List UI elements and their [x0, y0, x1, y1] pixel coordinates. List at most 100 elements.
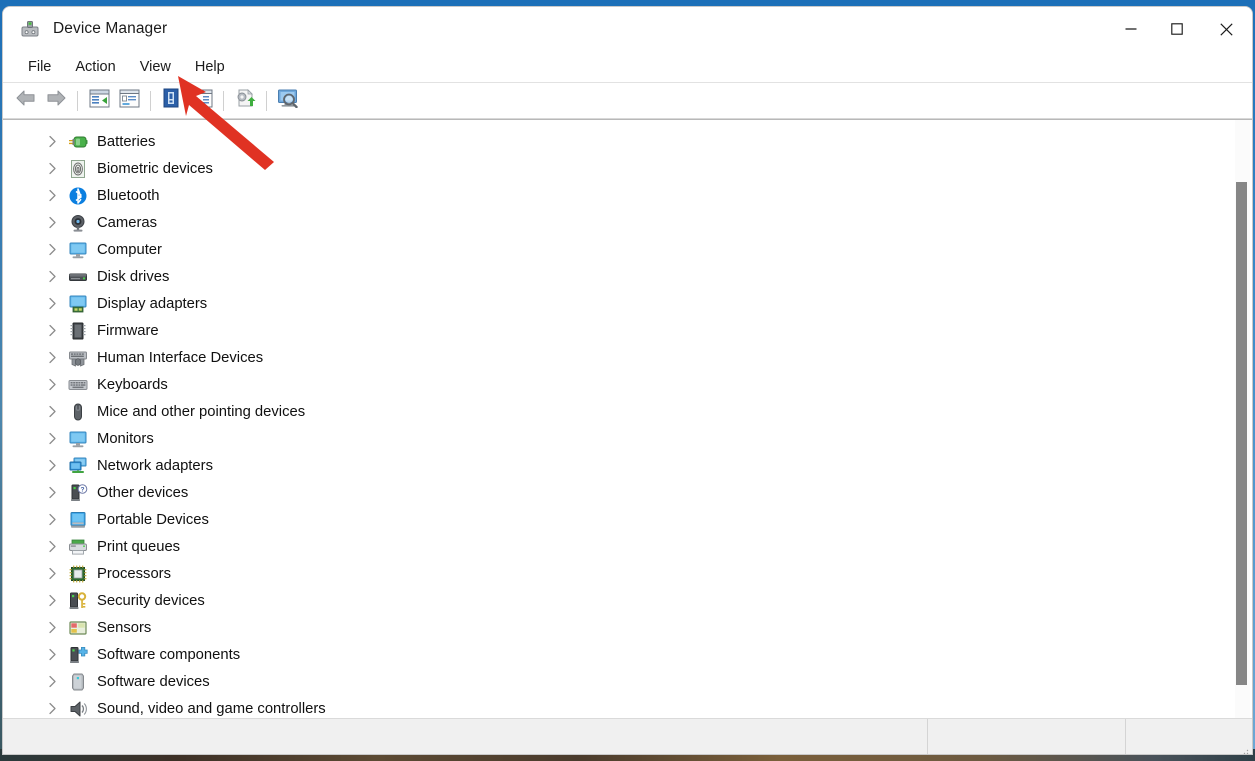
tree-item-label: Sound, video and game controllers: [97, 700, 326, 717]
tree-item-label: Processors: [97, 565, 172, 582]
tree-item-batteries[interactable]: Batteries: [3, 128, 1252, 155]
chevron-right-icon[interactable]: [43, 268, 61, 286]
speaker-icon: [68, 699, 88, 719]
uninstall-device-button[interactable]: [230, 87, 260, 115]
tree-item-biometric-devices[interactable]: Biometric devices: [3, 155, 1252, 182]
chevron-right-icon[interactable]: [43, 565, 61, 583]
chevron-right-icon[interactable]: [43, 403, 61, 421]
tree-item-sensors[interactable]: Sensors: [3, 614, 1252, 641]
chevron-right-icon[interactable]: [43, 430, 61, 448]
tree-item-disk-drives[interactable]: Disk drives: [3, 263, 1252, 290]
tree-item-label: Network adapters: [97, 457, 213, 474]
scan-for-hardware-changes-button[interactable]: [273, 87, 303, 115]
tree-item-human-interface-devices[interactable]: Human Interface Devices: [3, 344, 1252, 371]
chevron-right-icon[interactable]: [43, 538, 61, 556]
tree-item-computer[interactable]: Computer: [3, 236, 1252, 263]
tree-item-label: Disk drives: [97, 268, 170, 285]
tree-item-firmware[interactable]: Firmware: [3, 317, 1252, 344]
tree-item-label: Firmware: [97, 322, 159, 339]
menu-action[interactable]: Action: [63, 56, 127, 78]
chevron-right-icon[interactable]: [43, 322, 61, 340]
tree-item-software-devices[interactable]: Software devices: [3, 668, 1252, 695]
window-title: Device Manager: [53, 20, 168, 37]
tree-item-bluetooth[interactable]: Bluetooth: [3, 182, 1252, 209]
network-adapter-icon: [68, 456, 88, 476]
chevron-right-icon[interactable]: [43, 457, 61, 475]
properties-window-icon: [119, 89, 140, 113]
menu-file[interactable]: File: [16, 56, 63, 78]
chevron-right-icon[interactable]: [43, 646, 61, 664]
status-pane-1: [3, 719, 927, 754]
tree-item-keyboards[interactable]: Keyboards: [3, 371, 1252, 398]
chevron-right-icon[interactable]: [43, 592, 61, 610]
forward-button[interactable]: [41, 87, 71, 115]
security-key-icon: [68, 591, 88, 611]
forward-arrow-icon: [45, 88, 67, 113]
tree-item-mice-and-other-pointing-devices[interactable]: Mice and other pointing devices: [3, 398, 1252, 425]
chevron-right-icon[interactable]: [43, 673, 61, 691]
vertical-scrollbar-track[interactable]: [1235, 120, 1250, 718]
tree-item-other-devices[interactable]: ? Other devices: [3, 479, 1252, 506]
tree-item-label: Display adapters: [97, 295, 208, 312]
toolbar-separator: [77, 90, 78, 111]
device-tree-panel[interactable]: Batteries Biometric devices Bluetooth Camer…: [3, 119, 1252, 718]
computer-monitor-icon: [68, 240, 88, 260]
chevron-right-icon[interactable]: [43, 484, 61, 502]
tree-item-processors[interactable]: Processors: [3, 560, 1252, 587]
properties-button[interactable]: [114, 87, 144, 115]
window-controls: [1108, 7, 1252, 51]
tree-item-software-components[interactable]: Software components: [3, 641, 1252, 668]
minimize-button[interactable]: [1108, 7, 1154, 51]
titlebar-left: Device Manager: [3, 18, 167, 40]
chevron-right-icon[interactable]: [43, 349, 61, 367]
tree-item-display-adapters[interactable]: Display adapters: [3, 290, 1252, 317]
show-hide-console-tree-button[interactable]: [84, 87, 114, 115]
tree-item-security-devices[interactable]: Security devices: [3, 587, 1252, 614]
help-window-icon: [192, 89, 213, 113]
human-interface-icon: [68, 348, 88, 368]
tree-item-label: Mice and other pointing devices: [97, 403, 306, 420]
tree-item-cameras[interactable]: Cameras: [3, 209, 1252, 236]
other-devices-icon: ?: [68, 483, 88, 503]
back-button[interactable]: [11, 87, 41, 115]
tree-item-label: Sensors: [97, 619, 152, 636]
tree-item-label: Other devices: [97, 484, 189, 501]
chevron-right-icon[interactable]: [43, 214, 61, 232]
monitor-icon: [68, 429, 88, 449]
chevron-right-icon[interactable]: [43, 700, 61, 718]
chevron-right-icon[interactable]: [43, 133, 61, 151]
tree-item-label: Human Interface Devices: [97, 349, 264, 366]
chevron-right-icon[interactable]: [43, 295, 61, 313]
software-device-icon: [68, 672, 88, 692]
status-pane-2: [928, 719, 1125, 754]
tree-item-monitors[interactable]: Monitors: [3, 425, 1252, 452]
chevron-right-icon[interactable]: [43, 619, 61, 637]
toolbar-separator: [266, 90, 267, 111]
menu-help[interactable]: Help: [183, 56, 237, 78]
vertical-scrollbar-thumb[interactable]: [1236, 182, 1247, 685]
tree-item-label: Biometric devices: [97, 160, 213, 177]
menu-view[interactable]: View: [128, 56, 183, 78]
chevron-right-icon[interactable]: [43, 160, 61, 178]
chevron-right-icon[interactable]: [43, 376, 61, 394]
sensors-icon: [68, 618, 88, 638]
tree-item-network-adapters[interactable]: Network adapters: [3, 452, 1252, 479]
tree-item-print-queues[interactable]: Print queues: [3, 533, 1252, 560]
maximize-button[interactable]: [1154, 7, 1200, 51]
display-adapter-icon: [68, 294, 88, 314]
firmware-chip-icon: [68, 321, 88, 341]
tree-item-sound-video-and-game-controllers[interactable]: Sound, video and game controllers: [3, 695, 1252, 718]
toolbar-separator: [150, 90, 151, 111]
close-button[interactable]: [1200, 7, 1252, 51]
keyboard-icon: [68, 375, 88, 395]
chevron-right-icon[interactable]: [43, 187, 61, 205]
chevron-right-icon[interactable]: [43, 511, 61, 529]
help-topics-button[interactable]: [187, 87, 217, 115]
update-driver-icon: [162, 88, 182, 113]
resize-grip-icon[interactable]: [1239, 742, 1249, 754]
status-bar: [3, 718, 1252, 754]
update-driver-button[interactable]: [157, 87, 187, 115]
tree-item-portable-devices[interactable]: Portable Devices: [3, 506, 1252, 533]
chevron-right-icon[interactable]: [43, 241, 61, 259]
tree-item-label: Cameras: [97, 214, 158, 231]
